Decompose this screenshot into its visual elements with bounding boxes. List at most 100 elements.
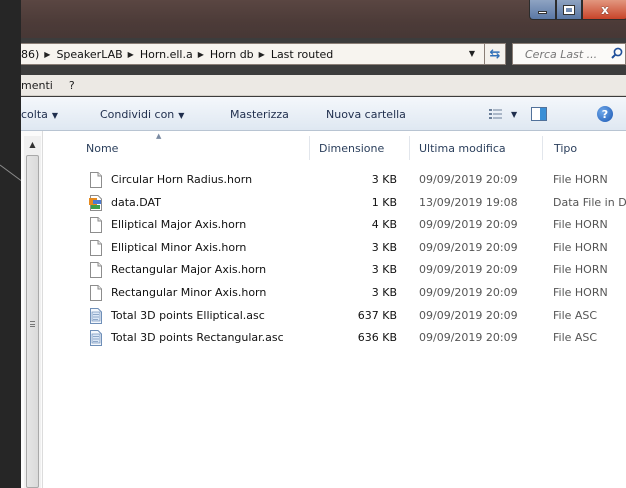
minimize-button[interactable] [529,0,556,20]
breadcrumb-item[interactable]: Horn.ell.a [140,48,193,61]
menu-item-tools[interactable]: menti [21,79,53,92]
blank-file-icon [89,284,103,301]
menu-item-help[interactable]: ? [69,79,75,92]
share-with-button[interactable]: Condividi con ▼ [100,108,184,121]
window-controls: x [529,0,626,20]
file-size: 3 KB [371,285,397,299]
blank-file-icon [89,217,103,234]
breadcrumb: 86) ▶ SpeakerLAB ▶ Horn.ell.a ▶ Horn db … [21,48,333,61]
file-modified: 09/09/2019 20:09 [419,173,518,186]
file-name: Rectangular Minor Axis.horn [111,285,267,299]
maximize-button[interactable] [556,0,582,20]
address-history-dropdown[interactable]: ▼ [469,49,475,58]
maximize-icon [563,4,575,15]
chevron-right-icon[interactable]: ▶ [44,50,50,59]
view-options: ▼ [489,107,548,121]
refresh-button[interactable]: ⇆ [484,43,506,65]
file-row[interactable]: Total 3D points Rectangular.asc 636 KB 09/… [43,327,626,350]
file-row[interactable]: Rectangular Major Axis.horn 3 KB 09/09/201… [43,259,626,282]
file-type: File HORN [553,173,608,186]
minimize-icon [538,11,547,14]
file-size: 637 KB [357,308,397,322]
file-row[interactable]: Elliptical Major Axis.horn 4 KB 09/09/2019… [43,214,626,237]
column-header-row: ▲ Nome Dimensione Ultima modifica Tipo [43,131,626,164]
view-list-icon[interactable] [489,108,503,120]
file-name: Rectangular Major Axis.horn [111,263,267,277]
file-modified: 09/09/2019 20:09 [419,308,518,322]
file-name: data.DAT [111,195,161,209]
file-size: 3 KB [371,173,397,186]
menu-bar: menti ? [21,75,626,96]
burn-button[interactable]: Masterizza [230,108,289,121]
chevron-down-icon: ▼ [178,111,185,120]
address-bar[interactable]: 86) ▶ SpeakerLAB ▶ Horn.ell.a ▶ Horn db … [21,43,504,65]
search-icon[interactable] [611,47,623,59]
column-header-modified[interactable]: Ultima modifica [419,142,506,155]
blank-file-icon [89,262,103,279]
chevron-right-icon[interactable]: ▶ [198,50,204,59]
file-rows: Circular Horn Radius.horn 3 KB 09/09/2019 … [43,169,626,350]
file-name: Total 3D points Rectangular.asc [111,331,284,345]
file-size: 3 KB [371,263,397,277]
organize-button[interactable]: colta ▼ [21,108,58,121]
refresh-icon: ⇆ [489,46,501,62]
command-bar: colta ▼ Condividi con ▼ Masterizza Nuova c… [21,97,626,131]
breadcrumb-item[interactable]: 86) [21,48,39,61]
file-type: File HORN [553,285,608,299]
blank-file-icon [89,239,103,256]
chevron-right-icon[interactable]: ▶ [259,50,265,59]
file-name: Total 3D points Elliptical.asc [111,308,265,322]
file-modified: 09/09/2019 20:09 [419,240,518,254]
text-file-icon [89,330,103,347]
nav-scrollbar[interactable]: ▲ [24,136,41,488]
title-bar[interactable]: x [21,0,626,38]
column-divider[interactable] [309,136,310,160]
file-name: Elliptical Major Axis.horn [111,218,247,232]
file-row[interactable]: Circular Horn Radius.horn 3 KB 09/09/2019 … [43,169,626,192]
file-size: 1 KB [371,195,397,209]
preview-pane-icon[interactable] [531,107,548,121]
file-modified: 09/09/2019 20:09 [419,331,518,345]
close-button[interactable]: x [582,0,626,20]
breadcrumb-item[interactable]: Horn db [210,48,254,61]
address-row: 86) ▶ SpeakerLAB ▶ Horn.ell.a ▶ Horn db … [21,40,626,67]
new-folder-button[interactable]: Nuova cartella [326,108,406,121]
column-header-name[interactable]: Nome [86,142,118,155]
file-list: ▲ Nome Dimensione Ultima modifica Tipo C… [43,131,626,488]
file-size: 636 KB [357,331,397,345]
file-name: Circular Horn Radius.horn [111,173,253,186]
column-divider[interactable] [409,136,410,160]
file-modified: 13/09/2019 19:08 [419,195,518,209]
chevron-down-icon[interactable]: ▼ [511,110,517,119]
breadcrumb-item[interactable]: Last routed [271,48,333,61]
file-type: File ASC [553,331,598,345]
scrollbar-thumb[interactable] [26,155,39,488]
sort-ascending-icon: ▲ [156,132,162,140]
help-icon[interactable]: ? [597,106,613,122]
search-input[interactable]: Cerca Last ... [512,43,626,65]
search-placeholder: Cerca Last ... [525,47,598,61]
file-modified: 09/09/2019 20:09 [419,218,518,232]
file-size: 3 KB [371,240,397,254]
column-header-type[interactable]: Tipo [554,142,577,155]
file-size: 4 KB [371,218,397,232]
file-type: File HORN [553,263,608,277]
chevron-down-icon: ▼ [51,111,59,120]
chevron-right-icon[interactable]: ▶ [128,50,134,59]
file-row[interactable]: Rectangular Minor Axis.horn 3 KB 09/09/201… [43,282,626,305]
file-name: Elliptical Minor Axis.horn [111,240,247,254]
file-modified: 09/09/2019 20:09 [419,285,518,299]
file-row[interactable]: data.DAT 1 KB 13/09/2019 19:08 Data File in… [43,192,626,215]
explorer-window: x 86) ▶ SpeakerLAB ▶ Horn.ell.a ▶ Horn d… [21,0,626,488]
column-divider[interactable] [542,136,543,160]
file-row[interactable]: Total 3D points Elliptical.asc 637 KB 09/0… [43,305,626,328]
file-type: Data File in DAT [553,195,626,209]
file-type: File ASC [553,308,598,322]
close-icon: x [601,2,609,17]
blank-file-icon [89,172,103,188]
column-header-size[interactable]: Dimensione [319,142,384,155]
file-type: File HORN [553,240,608,254]
scroll-up-arrow-icon[interactable]: ▲ [24,136,41,153]
file-row[interactable]: Elliptical Minor Axis.horn 3 KB 09/09/2019… [43,237,626,260]
breadcrumb-item[interactable]: SpeakerLAB [56,48,122,61]
